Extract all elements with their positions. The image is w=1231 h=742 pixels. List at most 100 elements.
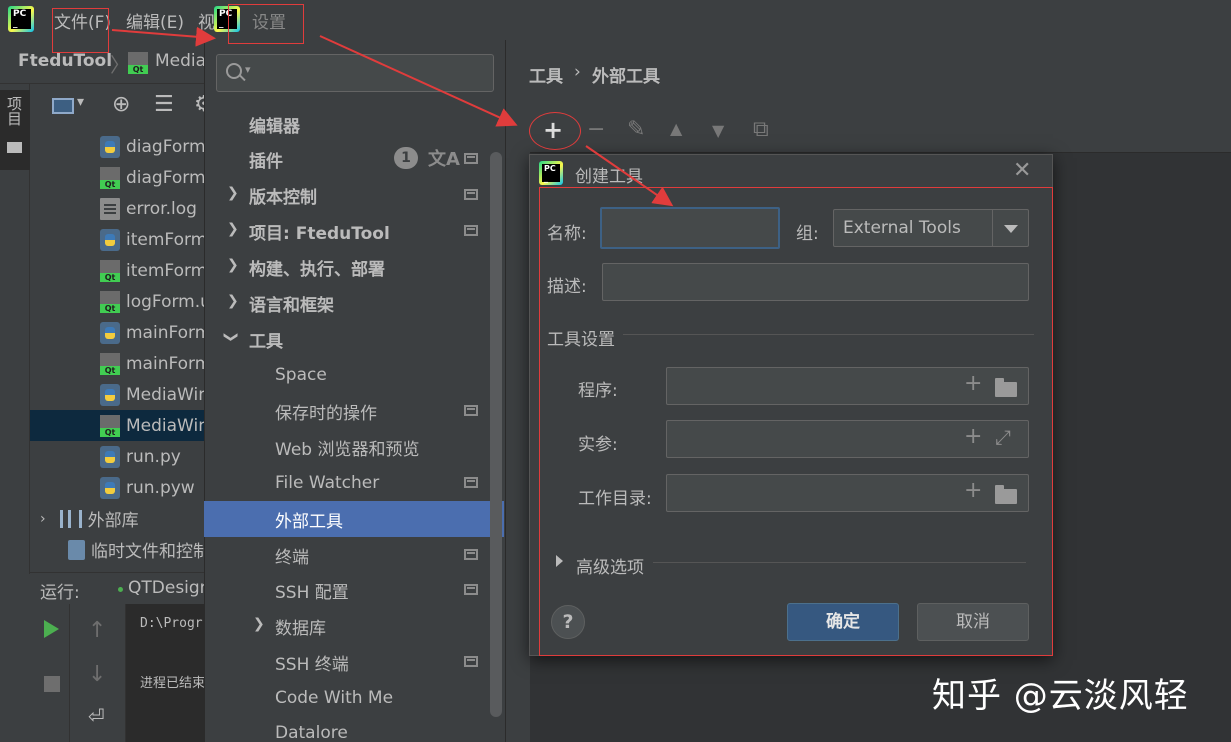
nav-item-vcs[interactable]: 版本控制 <box>204 177 490 213</box>
move-down-icon[interactable]: ▼ <box>712 121 724 140</box>
view-mode-icon[interactable] <box>52 98 74 114</box>
nav-item-web-browsers[interactable]: Web 浏览器和预览 <box>204 429 490 465</box>
nav-item-label: SSH 配置 <box>275 582 349 603</box>
settings-search-input[interactable]: ▾ <box>216 54 494 92</box>
breadcrumb-file[interactable]: Media <box>155 51 206 71</box>
stop-icon[interactable] <box>44 676 60 692</box>
edit-pencil-icon[interactable]: ✎ <box>627 117 645 142</box>
project-level-icon <box>464 584 478 595</box>
tree-item[interactable]: logForm.u <box>30 286 210 317</box>
tree-item-label: logForm.u <box>126 291 210 312</box>
project-level-icon <box>464 189 478 200</box>
nav-item-file-watcher[interactable]: File Watcher <box>204 465 490 501</box>
nav-item-datalore[interactable]: Datalore <box>204 715 490 742</box>
nav-item-label: 终端 <box>275 547 309 568</box>
nav-item-editor[interactable]: 编辑器 <box>204 106 490 142</box>
breadcrumb-chevron-icon: 〉 <box>110 53 130 77</box>
nav-item-project[interactable]: 项目: FteduTool <box>204 213 490 249</box>
expand-chevron-icon[interactable]: ❯ <box>227 221 239 237</box>
tree-item-label: MediaWin <box>126 384 209 405</box>
expand-chevron-icon[interactable]: ❯ <box>227 293 239 309</box>
nav-item-save-actions[interactable]: 保存时的操作 <box>204 393 490 429</box>
tree-item[interactable]: error.log <box>30 193 210 224</box>
tree-item[interactable]: run.pyw <box>30 472 210 503</box>
breadcrumb-project[interactable]: FteduTool <box>18 51 112 71</box>
tree-item[interactable]: mainForm <box>30 317 210 348</box>
run-second-strip: ↑ ↓ ⏎ <box>70 604 126 742</box>
tree-item[interactable]: diagForm <box>30 162 210 193</box>
expand-chevron-icon[interactable]: ❯ <box>227 257 239 273</box>
nav-item-label: 项目: FteduTool <box>249 223 390 244</box>
folder-icon <box>7 142 22 153</box>
run-console[interactable]: D:\Progr 进程已结束 <box>126 604 210 742</box>
tree-item[interactable]: run.py <box>30 441 210 472</box>
project-toolbar: ▾ ⊕ ☰ ⚙ <box>30 84 214 128</box>
dropdown-chevron-icon[interactable]: ▾ <box>77 94 84 110</box>
tree-item-scratch[interactable]: 临时文件和控制 <box>30 534 210 565</box>
menu-view-partial[interactable]: 视 <box>198 8 215 33</box>
nav-item-ssh-terminal[interactable]: SSH 终端 <box>204 644 490 680</box>
expand-chevron-icon[interactable]: ❯ <box>253 616 265 632</box>
project-tool-tab-label: 项目 <box>5 96 23 126</box>
collapse-chevron-icon[interactable]: ❯ <box>223 331 239 343</box>
python-file-icon <box>100 321 120 344</box>
tree-item[interactable]: itemForm <box>30 224 210 255</box>
tree-item-label: itemForm <box>126 229 208 250</box>
project-level-icon <box>464 656 478 667</box>
menu-edit[interactable]: 编辑(E) <box>126 8 184 33</box>
python-file-icon <box>100 383 120 406</box>
nav-item-label: SSH 终端 <box>275 654 349 675</box>
expand-chevron-icon[interactable]: ❯ <box>227 185 239 201</box>
tree-item[interactable]: mainForm <box>30 348 210 379</box>
crumb-external-tools: 外部工具 <box>592 67 660 87</box>
search-dropdown-icon[interactable]: ▾ <box>245 63 251 76</box>
run-config-tab[interactable]: QTDesign <box>128 578 210 598</box>
soft-wrap-icon[interactable]: ⏎ <box>88 704 105 728</box>
annotation-circle-add <box>529 112 581 150</box>
nav-item-languages[interactable]: 语言和框架 <box>204 285 490 321</box>
nav-item-external-tools[interactable]: 外部工具 <box>204 501 504 537</box>
crumb-tools[interactable]: 工具 <box>529 62 563 87</box>
annotation-box-dialog <box>539 187 1053 656</box>
nav-item-label: Web 浏览器和预览 <box>275 439 420 460</box>
project-level-icon <box>464 405 478 416</box>
python-file-icon <box>100 445 120 468</box>
run-icon[interactable] <box>44 620 59 638</box>
tree-item-label: MediaWin <box>126 415 209 436</box>
tree-item[interactable]: diagForm <box>30 131 210 162</box>
nav-item-ssh-config[interactable]: SSH 配置 <box>204 572 490 608</box>
down-arrow-icon[interactable]: ↓ <box>88 662 106 687</box>
expand-chevron-icon[interactable]: › <box>40 511 46 527</box>
tree-item-selected[interactable]: MediaWin <box>30 410 210 441</box>
locate-icon[interactable]: ⊕ <box>112 92 130 117</box>
up-arrow-icon[interactable]: ↑ <box>88 618 106 643</box>
run-tool-bar: 运行: QTDesign <box>30 572 210 604</box>
nav-item-code-with-me[interactable]: Code With Me <box>204 680 490 716</box>
move-up-icon[interactable]: ▲ <box>670 119 682 138</box>
watermark: 知乎 @云淡风轻 <box>932 676 1189 716</box>
nav-item-build[interactable]: 构建、执行、部署 <box>204 249 490 285</box>
crumb-separator: › <box>574 62 581 82</box>
tree-item[interactable]: itemForm <box>30 255 210 286</box>
nav-item-label: Code With Me <box>275 688 394 708</box>
python-file-icon <box>100 228 120 251</box>
nav-item-tools[interactable]: 工具 <box>204 321 490 357</box>
project-level-icon <box>464 549 478 560</box>
nav-item-terminal[interactable]: 终端 <box>204 537 490 573</box>
annotation-box-file-menu <box>52 8 109 53</box>
collapse-all-icon[interactable]: ☰ <box>154 92 174 117</box>
copy-icon[interactable]: ⧉ <box>753 117 769 142</box>
dialog-logo-icon: PC _ <box>539 161 563 185</box>
project-level-icon <box>464 153 478 164</box>
close-icon[interactable]: ✕ <box>1013 158 1031 183</box>
nav-scrollbar[interactable] <box>490 152 502 717</box>
tree-item[interactable]: MediaWin <box>30 379 210 410</box>
remove-icon[interactable]: − <box>587 117 605 142</box>
translate-icon: 文A <box>428 149 460 170</box>
nav-item-database[interactable]: 数据库 <box>204 608 490 644</box>
nav-item-label: 版本控制 <box>249 187 317 208</box>
run-config-dot-icon <box>118 587 123 592</box>
breadcrumb-file-icon <box>128 52 148 74</box>
nav-item-space[interactable]: Space <box>204 357 490 393</box>
tree-item-external-libs[interactable]: › 外部库 <box>30 503 210 534</box>
